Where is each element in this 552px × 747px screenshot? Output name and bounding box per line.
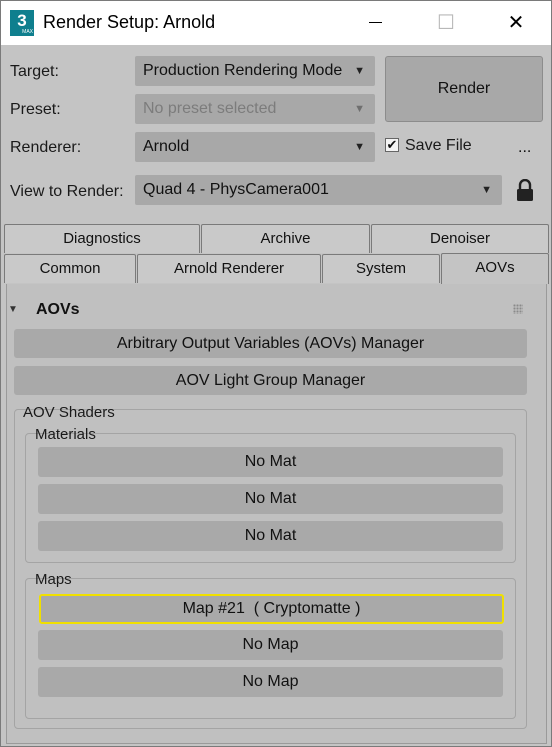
aovs-rollout-title: AOVs bbox=[36, 301, 80, 318]
materials-label: Materials bbox=[35, 426, 96, 443]
maximize-icon: ☐ bbox=[437, 12, 455, 34]
grip-icon bbox=[513, 304, 523, 314]
view-to-render-label: View to Render: bbox=[10, 183, 124, 200]
tab-system[interactable]: System bbox=[322, 254, 440, 283]
tab-aovs[interactable]: AOVs bbox=[441, 253, 549, 284]
app-icon-text: 3 bbox=[17, 11, 27, 30]
save-file-label: Save File bbox=[405, 137, 472, 154]
render-setup-window: 3 MAX Render Setup: Arnold ☐ ✕ Target: P… bbox=[0, 0, 552, 747]
renderer-label: Renderer: bbox=[10, 139, 82, 156]
material-slot-button[interactable]: No Mat bbox=[38, 447, 503, 477]
chevron-down-icon: ▼ bbox=[481, 184, 492, 196]
aov-manager-button[interactable]: Arbitrary Output Variables (AOVs) Manage… bbox=[14, 329, 527, 358]
close-button[interactable]: ✕ bbox=[493, 1, 539, 45]
preset-dropdown[interactable]: No preset selected ▼ bbox=[135, 94, 375, 124]
tab-archive[interactable]: Archive bbox=[201, 224, 370, 253]
render-button[interactable]: Render bbox=[385, 56, 543, 122]
minimize-button[interactable] bbox=[352, 1, 398, 45]
map-slot-button[interactable]: No Map bbox=[38, 667, 503, 697]
app-icon-sub: MAX bbox=[22, 29, 33, 35]
target-label: Target: bbox=[10, 63, 59, 80]
view-to-render-dropdown[interactable]: Quad 4 - PhysCamera001 ▼ bbox=[135, 175, 502, 205]
preset-label: Preset: bbox=[10, 101, 61, 118]
title-bar: 3 MAX Render Setup: Arnold ☐ ✕ bbox=[1, 1, 551, 45]
close-icon: ✕ bbox=[507, 12, 525, 34]
chevron-down-icon: ▼ bbox=[354, 103, 365, 115]
material-slot-button[interactable]: No Mat bbox=[38, 521, 503, 551]
maps-label: Maps bbox=[35, 571, 72, 588]
more-options-button[interactable]: ... bbox=[518, 139, 531, 157]
tab-denoiser[interactable]: Denoiser bbox=[371, 224, 549, 253]
target-value: Production Rendering Mode bbox=[143, 62, 343, 79]
map-slot-button-selected[interactable]: Map #21 ( Cryptomatte ) bbox=[39, 594, 504, 624]
material-slot-button[interactable]: No Mat bbox=[38, 484, 503, 514]
chevron-down-icon: ▼ bbox=[354, 141, 365, 153]
collapse-triangle-icon: ▼ bbox=[8, 304, 18, 315]
lock-icon[interactable] bbox=[516, 179, 534, 201]
window-title: Render Setup: Arnold bbox=[43, 12, 216, 32]
view-value: Quad 4 - PhysCamera001 bbox=[143, 181, 329, 198]
tab-common[interactable]: Common bbox=[4, 254, 136, 283]
aov-shaders-label: AOV Shaders bbox=[23, 404, 115, 421]
tab-arnold-renderer[interactable]: Arnold Renderer bbox=[137, 254, 321, 283]
target-dropdown[interactable]: Production Rendering Mode ▼ bbox=[135, 56, 375, 86]
minimize-icon bbox=[368, 22, 382, 24]
map-slot-button[interactable]: No Map bbox=[38, 630, 503, 660]
chevron-down-icon: ▼ bbox=[354, 65, 365, 77]
aov-light-group-manager-button[interactable]: AOV Light Group Manager bbox=[14, 366, 527, 395]
3dsmax-app-icon: 3 MAX bbox=[10, 10, 34, 36]
save-file-checkbox[interactable]: ✔ bbox=[385, 138, 399, 152]
renderer-value: Arnold bbox=[143, 138, 190, 155]
renderer-dropdown[interactable]: Arnold ▼ bbox=[135, 132, 375, 162]
tab-diagnostics[interactable]: Diagnostics bbox=[4, 224, 200, 253]
preset-placeholder: No preset selected bbox=[143, 100, 277, 117]
maximize-button[interactable]: ☐ bbox=[423, 1, 469, 45]
aovs-rollout-header[interactable] bbox=[9, 290, 541, 317]
checkmark-icon: ✔ bbox=[386, 137, 398, 152]
